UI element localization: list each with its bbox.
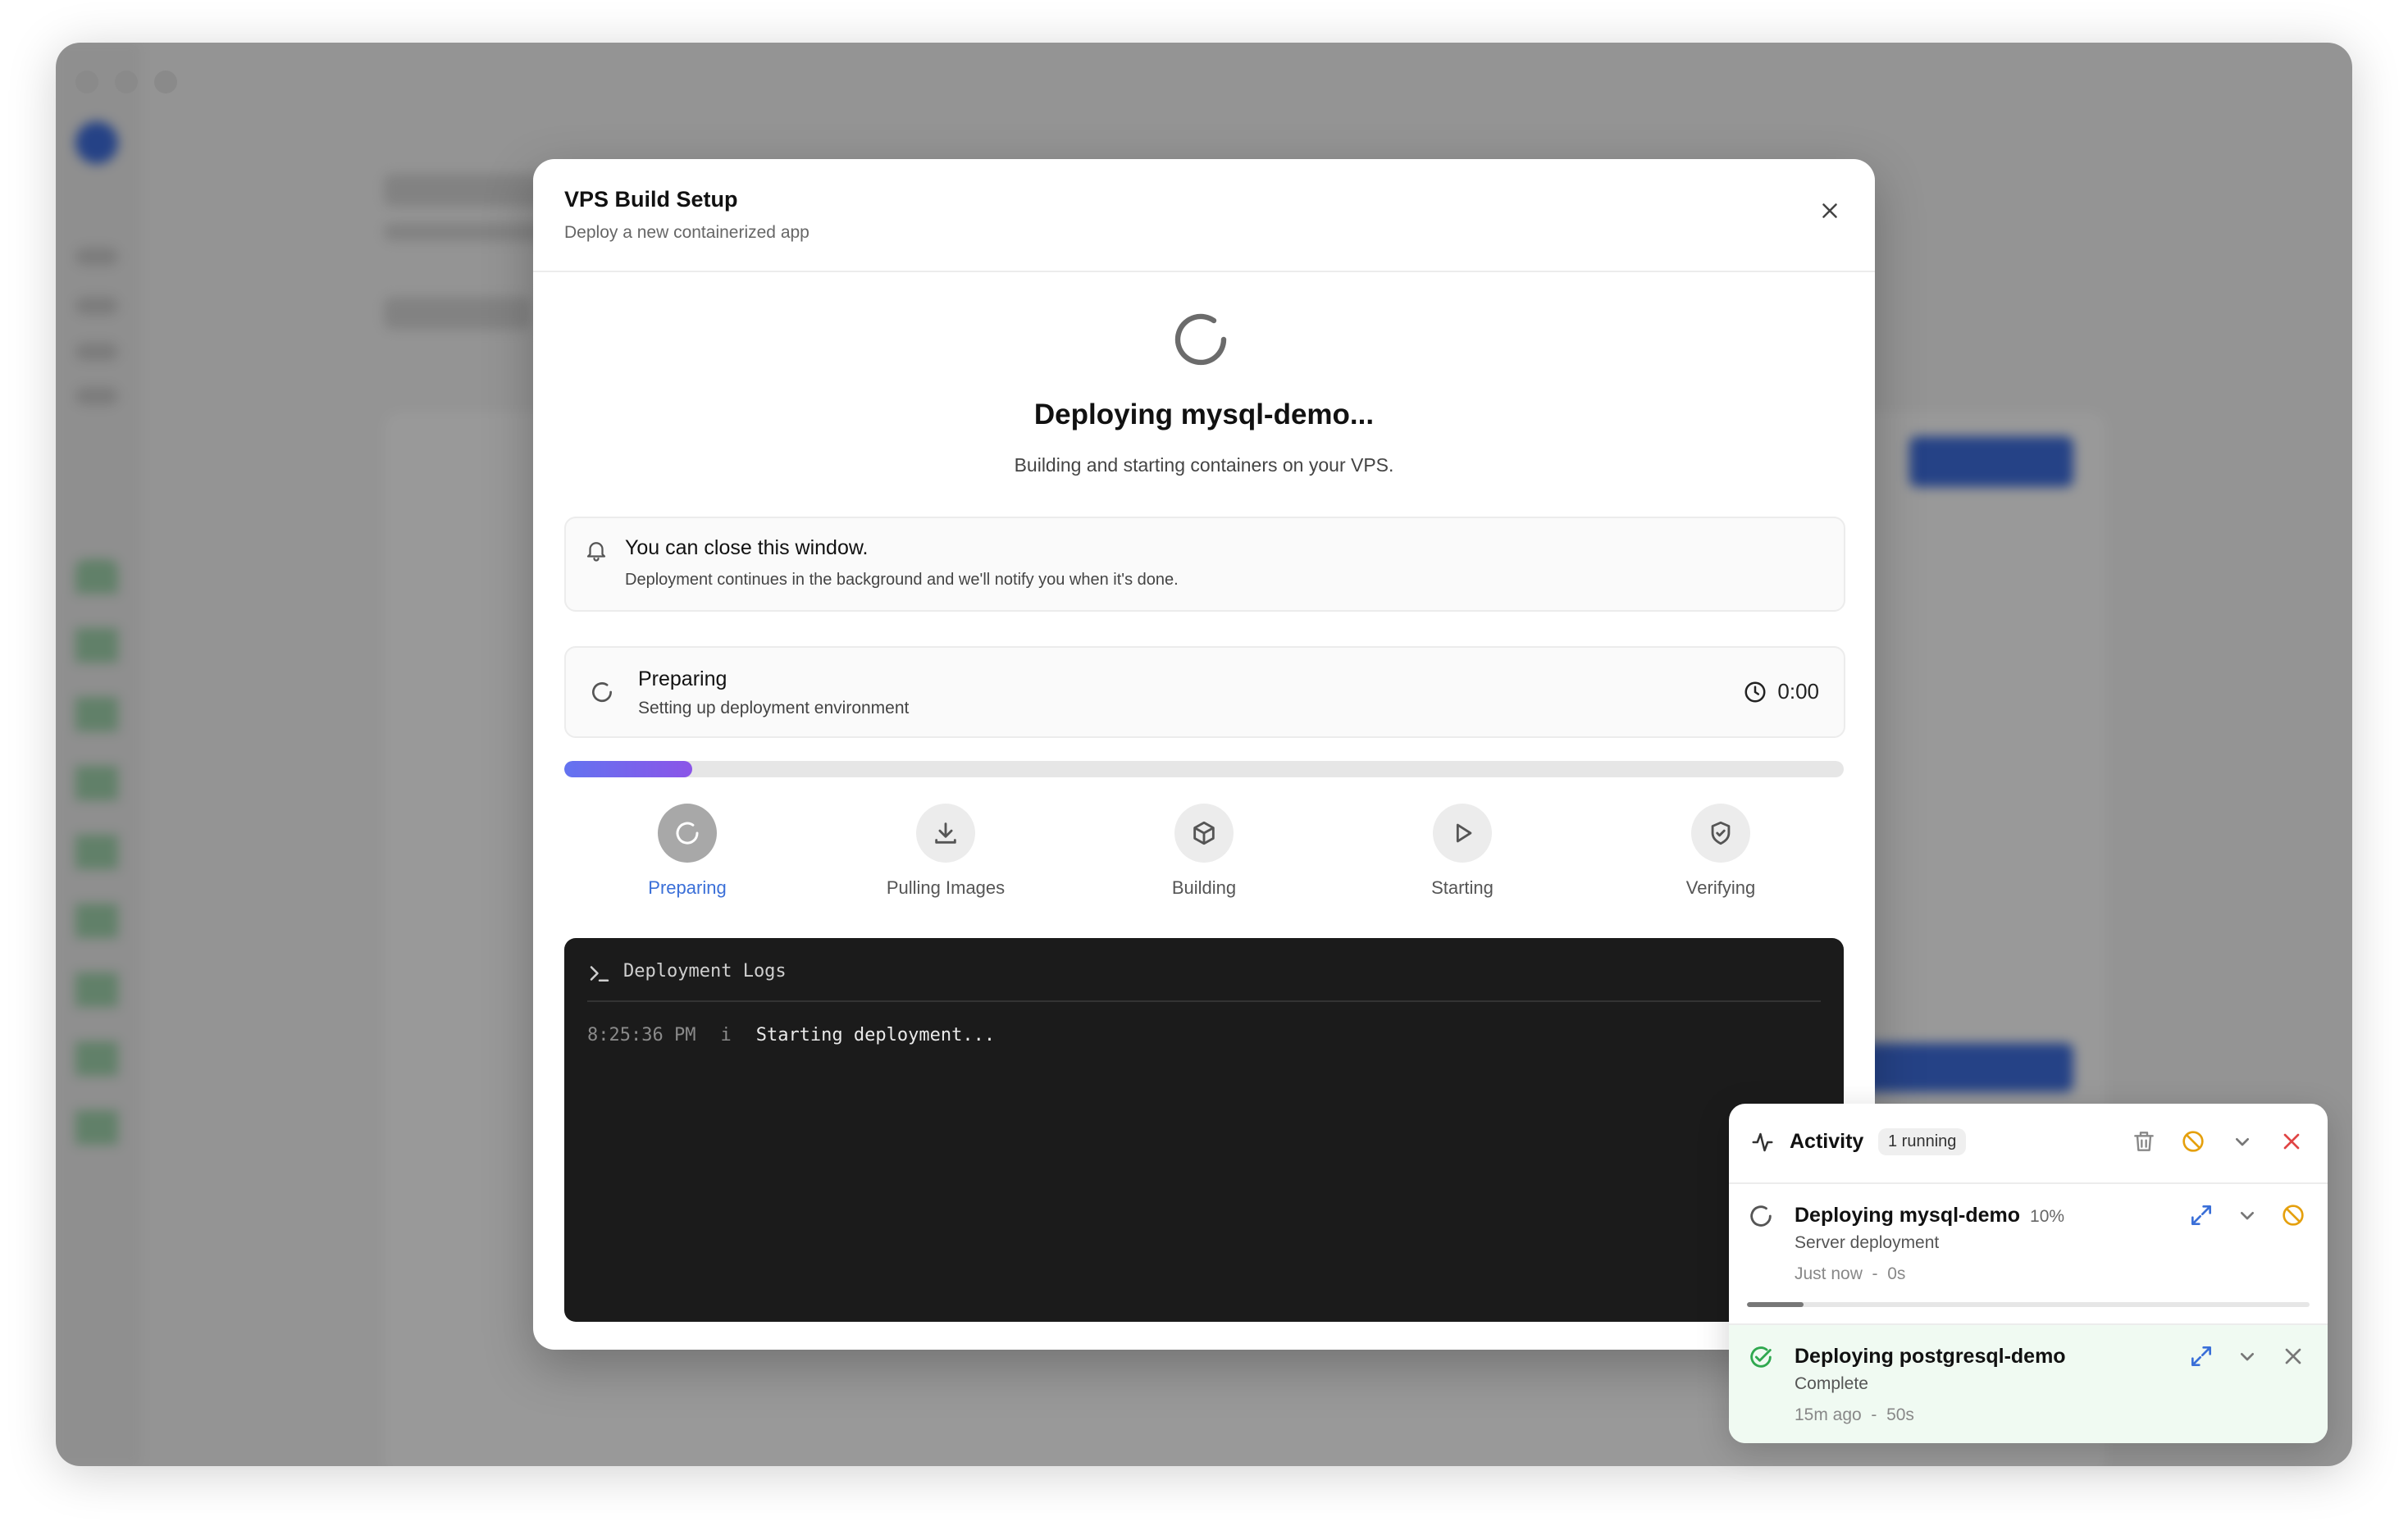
- step-label: Pulling Images: [886, 877, 1006, 898]
- step-label: Building: [1171, 877, 1237, 898]
- step-verifying: Verifying: [1622, 804, 1819, 899]
- window-controls: [75, 71, 177, 93]
- job-progress-fill: [1747, 1302, 1804, 1307]
- elapsed-time: 0:00: [1777, 679, 1819, 704]
- deployment-progress-bar: [564, 761, 1844, 777]
- spinner-icon: [676, 822, 699, 845]
- logs-header: Deployment Logs: [587, 961, 1821, 1002]
- job-meta: Just now - 0s: [1795, 1264, 1905, 1284]
- dialog-header: VPS Build Setup Deploy a new containeriz…: [533, 159, 1875, 272]
- deploy-description: Building and starting containers on your…: [1014, 454, 1394, 476]
- close-icon[interactable]: [2278, 1128, 2305, 1155]
- stage-title: Preparing: [638, 667, 727, 690]
- bell-icon: [586, 542, 606, 562]
- chevron-down-icon[interactable]: [2234, 1202, 2260, 1228]
- chevron-down-icon[interactable]: [2234, 1343, 2260, 1369]
- deployment-progress-fill: [564, 761, 692, 777]
- job-title: Deploying postgresql-demo: [1795, 1345, 2066, 1368]
- deploy-heading: Deploying mysql-demo...: [1033, 399, 1375, 430]
- job-duration: 50s: [1886, 1405, 1914, 1424]
- job-name: Deploying mysql-demo: [1795, 1204, 2021, 1227]
- activity-pulse-icon: [1752, 1132, 1773, 1152]
- notice-title: You can close this window.: [625, 536, 869, 559]
- job-when: Just now: [1795, 1264, 1863, 1283]
- running-count-badge: 1 running: [1878, 1128, 1967, 1155]
- download-icon: [935, 822, 956, 844]
- activity-header: Activity 1 running: [1729, 1104, 2328, 1184]
- spinner-icon: [592, 682, 613, 703]
- expand-icon[interactable]: [2188, 1343, 2214, 1369]
- activity-title: Activity: [1790, 1130, 1864, 1153]
- job-subtitle: Server deployment: [1795, 1233, 1940, 1252]
- expand-icon[interactable]: [2188, 1202, 2214, 1228]
- step-preparing: Preparing: [589, 804, 786, 899]
- trash-icon[interactable]: [2131, 1128, 2157, 1155]
- activity-job-complete[interactable]: Deploying postgresql-demo Complete 15m a…: [1729, 1325, 2328, 1443]
- job-actions: [2188, 1343, 2306, 1369]
- current-stage-card: Preparing Setting up deployment environm…: [564, 646, 1845, 738]
- activity-job-running[interactable]: Deploying mysql-demo 10% Server deploymen…: [1729, 1184, 2328, 1325]
- job-title: Deploying mysql-demo 10%: [1795, 1204, 2064, 1228]
- step-label: Starting: [1431, 877, 1494, 898]
- activity-panel: Activity 1 running Deploying mysql-demo 1…: [1729, 1104, 2328, 1443]
- vps-build-setup-dialog: VPS Build Setup Deploy a new containeriz…: [533, 159, 1875, 1350]
- log-timestamp: 8:25:36 PM: [587, 1025, 696, 1045]
- job-when: 15m ago: [1795, 1405, 1862, 1424]
- clock-icon: [1744, 681, 1766, 702]
- dialog-title: VPS Build Setup: [564, 187, 738, 212]
- shield-check-icon: [1711, 821, 1731, 845]
- close-window-button[interactable]: [75, 71, 98, 93]
- dialog-subtitle: Deploy a new containerized app: [564, 223, 810, 242]
- terminal-icon: [590, 966, 609, 982]
- logs-title: Deployment Logs: [623, 961, 787, 982]
- minimize-window-button[interactable]: [115, 71, 138, 93]
- activity-toolbar: [2131, 1128, 2305, 1155]
- close-icon[interactable]: [1817, 198, 1842, 223]
- step-building: Building: [1106, 804, 1302, 899]
- stage-subtitle: Setting up deployment environment: [638, 699, 910, 717]
- log-level: i: [720, 1025, 732, 1045]
- log-message: Starting deployment...: [755, 1025, 996, 1045]
- chevron-down-icon[interactable]: [2229, 1128, 2255, 1155]
- job-progress-bar: [1747, 1302, 2310, 1307]
- job-actions: [2188, 1202, 2306, 1228]
- spinner-icon: [1750, 1205, 1772, 1227]
- job-subtitle: Complete: [1795, 1374, 1868, 1393]
- deployment-steps: Preparing Pulling Images Building Starti…: [564, 804, 1844, 902]
- deployment-logs-panel[interactable]: Deployment Logs 8:25:36 PM i Starting de…: [564, 938, 1844, 1322]
- zoom-window-button[interactable]: [154, 71, 177, 93]
- step-pulling-images: Pulling Images: [847, 804, 1044, 899]
- log-line: 8:25:36 PM i Starting deployment...: [587, 1025, 995, 1045]
- step-label: Verifying: [1685, 877, 1756, 898]
- check-circle-icon: [1750, 1346, 1772, 1368]
- step-label: Preparing: [648, 877, 727, 898]
- job-percent: 10%: [2030, 1207, 2065, 1226]
- cancel-icon[interactable]: [2280, 1202, 2306, 1228]
- job-duration: 0s: [1887, 1264, 1906, 1283]
- close-icon[interactable]: [2280, 1343, 2306, 1369]
- cancel-all-icon[interactable]: [2180, 1128, 2206, 1155]
- job-separator: -: [1871, 1405, 1877, 1424]
- play-icon: [1456, 823, 1472, 843]
- job-separator: -: [1872, 1264, 1878, 1283]
- job-meta: 15m ago - 50s: [1795, 1405, 1914, 1425]
- elapsed-timer: 0:00: [1743, 679, 1819, 704]
- background-notice: You can close this window. Deployment co…: [564, 517, 1845, 612]
- step-starting: Starting: [1364, 804, 1561, 899]
- package-icon: [1193, 821, 1215, 845]
- spinner-icon: [1174, 313, 1227, 366]
- notice-text: Deployment continues in the background a…: [625, 571, 1179, 589]
